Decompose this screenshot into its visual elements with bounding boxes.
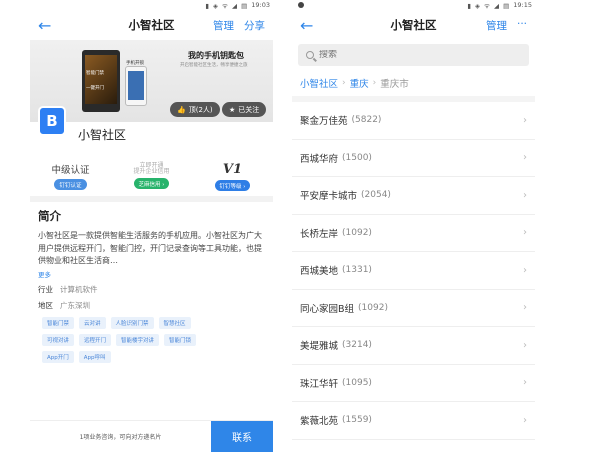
chevron-right-icon: › xyxy=(523,152,527,164)
tag[interactable]: 人脸识别门禁 xyxy=(110,316,154,329)
field-industry: 行业 计算机软件 xyxy=(38,285,98,294)
intro-heading: 简介 xyxy=(38,209,61,223)
status-icons: ▮ ◈ ᯤ ◢ ▤ xyxy=(205,1,249,10)
tag[interactable]: 智能楼宇对讲 xyxy=(116,333,160,346)
more-options-button[interactable]: ··· xyxy=(517,18,527,33)
dingtalk-level-chip[interactable]: 钉钉等级 › xyxy=(214,180,251,191)
breadcrumb-root[interactable]: 小智社区 xyxy=(300,76,338,90)
company-logo: B xyxy=(38,106,66,136)
status-bar: ▮ ◈ ᯤ ◢ ▤ 19:03 xyxy=(30,0,273,10)
list-item[interactable]: 珠江华轩 (1095) › xyxy=(292,365,535,402)
like-button[interactable]: 👍 顶(2人) xyxy=(170,102,220,117)
banner-subtitle: 开启智能社区生活，畅享便捷之旅 xyxy=(180,63,248,68)
list-item[interactable]: 紫薇北苑 (1559) › xyxy=(292,402,535,440)
tag[interactable]: 智能门禁 xyxy=(42,316,75,329)
banner-label-unlock: 手机开锁 xyxy=(126,61,144,66)
tag[interactable]: 智能门锁 xyxy=(164,333,197,346)
chevron-right-icon: › xyxy=(372,78,377,88)
chevron-right-icon: › xyxy=(523,264,527,276)
tag[interactable]: 云对讲 xyxy=(79,316,106,329)
company-profile-screen: ▮ ◈ ᯤ ◢ ▤ 19:03 ← 小智社区 管理 分享 智能门禁 一键开门 手… xyxy=(30,0,273,452)
status-bar: ▮ ◈ ᯤ ◢ ▤ 19:15 xyxy=(292,0,535,10)
star-icon: ★ xyxy=(229,105,236,114)
intro-description: 小智社区是一款提供智能生活服务的手机应用。小智社区为广大用户提供远程开门，智能门… xyxy=(38,231,262,265)
footer-note: 1项业务咨询，可向对方递名片 xyxy=(79,434,162,441)
banner-label-btn: 一键开门 xyxy=(86,86,104,91)
chevron-right-icon: › xyxy=(523,414,527,426)
search-bar[interactable] xyxy=(298,44,529,66)
intro-section: 简介 小智社区是一款提供智能生活服务的手机应用。小智社区为广大用户提供远程开门，… xyxy=(30,202,273,279)
chevron-right-icon: › xyxy=(523,227,527,239)
list-item[interactable]: 聚金万佳苑 (5822) › xyxy=(292,102,535,140)
tag[interactable]: App开门 xyxy=(42,350,74,363)
nav-bar: ← 小智社区 管理 分享 xyxy=(30,10,273,40)
more-link[interactable]: 更多 xyxy=(38,269,265,279)
status-time: 19:03 xyxy=(251,1,270,9)
company-name: 小智社区 xyxy=(78,128,127,142)
back-arrow-icon[interactable]: ← xyxy=(38,16,60,35)
tag[interactable]: 远程开门 xyxy=(79,333,112,346)
list-item[interactable]: 长桥左岸 (1092) › xyxy=(292,215,535,252)
dingtalk-cert-chip[interactable]: 钉钉认证 xyxy=(54,179,87,190)
list-item[interactable]: 西城华府 (1500) › xyxy=(292,140,535,177)
contact-footer: 1项业务咨询，可向对方递名片 联系 xyxy=(30,420,273,452)
chevron-right-icon: › xyxy=(342,78,346,88)
list-item[interactable]: 同心家园B组 (1092) › xyxy=(292,290,535,327)
stat-certification: 中级认证 钉钉认证 xyxy=(51,165,90,190)
manage-button[interactable]: 管理 xyxy=(486,18,507,33)
tag[interactable]: 智慧社区 xyxy=(158,316,191,329)
chevron-right-icon: › xyxy=(523,339,527,351)
company-header: B 小智社区 xyxy=(30,106,273,162)
stat-credit: 立即开通 提升企业信用 芝麻信用 › xyxy=(133,162,170,189)
stat-level: V1 钉钉等级 › xyxy=(192,162,273,196)
thumbs-up-icon: 👍 xyxy=(177,105,186,114)
status-icons: ▮ ◈ ᯤ ◢ ▤ xyxy=(467,1,511,10)
share-button[interactable]: 分享 xyxy=(244,18,265,33)
list-item[interactable]: 美堤雅城 (3214) › xyxy=(292,327,535,365)
status-time: 19:15 xyxy=(513,1,532,9)
field-region: 地区 广东深圳 xyxy=(38,301,90,310)
credential-stats: 中级认证 钉钉认证 立即开通 提升企业信用 芝麻信用 › V1 钉钉等级 › xyxy=(30,162,273,202)
chevron-right-icon: › xyxy=(523,189,527,201)
promo-banner: 智能门禁 一键开门 手机开锁 我的手机钥匙包 开启智能社区生活，畅享便捷之旅 👍… xyxy=(30,40,273,122)
tag-list: 智能门禁 云对讲 人脸识别门禁 智慧社区 可视对讲 远程开门 智能楼宇对讲 智能… xyxy=(30,314,230,363)
breadcrumb: 小智社区 › 重庆 › 重庆市 xyxy=(292,70,535,102)
sesame-credit-chip[interactable]: 芝麻信用 › xyxy=(133,178,170,189)
banner-title: 我的手机钥匙包 xyxy=(188,51,244,60)
notification-dot-icon xyxy=(298,2,304,8)
community-list: 聚金万佳苑 (5822) › 西城华府 (1500) › 平安摩卡城市 (2054) › 长… xyxy=(292,102,535,440)
community-list-screen: ▮ ◈ ᯤ ◢ ▤ 19:15 ← 小智社区 管理 ··· 小智社区 › 重庆 … xyxy=(292,0,535,452)
search-input[interactable] xyxy=(319,50,499,60)
banner-label-door: 智能门禁 xyxy=(86,71,104,76)
nav-bar: ← 小智社区 管理 ··· xyxy=(292,10,535,40)
breadcrumb-province[interactable]: 重庆 xyxy=(350,76,369,90)
contact-button[interactable]: 联系 xyxy=(211,421,273,452)
list-item[interactable]: 平安摩卡城市 (2054) › xyxy=(292,177,535,215)
chevron-right-icon: › xyxy=(523,377,527,389)
search-icon xyxy=(306,51,314,59)
phone-illustration xyxy=(82,50,120,112)
chevron-right-icon: › xyxy=(523,114,527,126)
phone-illustration-small xyxy=(125,66,147,106)
back-arrow-icon[interactable]: ← xyxy=(300,16,322,35)
follow-button[interactable]: ★ 已关注 xyxy=(222,102,267,117)
breadcrumb-current: 重庆市 xyxy=(380,79,409,90)
tag[interactable]: 可视对讲 xyxy=(42,333,75,346)
manage-button[interactable]: 管理 xyxy=(213,18,234,33)
chevron-right-icon: › xyxy=(523,302,527,314)
list-item[interactable]: 西城美地 (1331) › xyxy=(292,252,535,290)
tag[interactable]: App呼叫 xyxy=(78,350,111,363)
